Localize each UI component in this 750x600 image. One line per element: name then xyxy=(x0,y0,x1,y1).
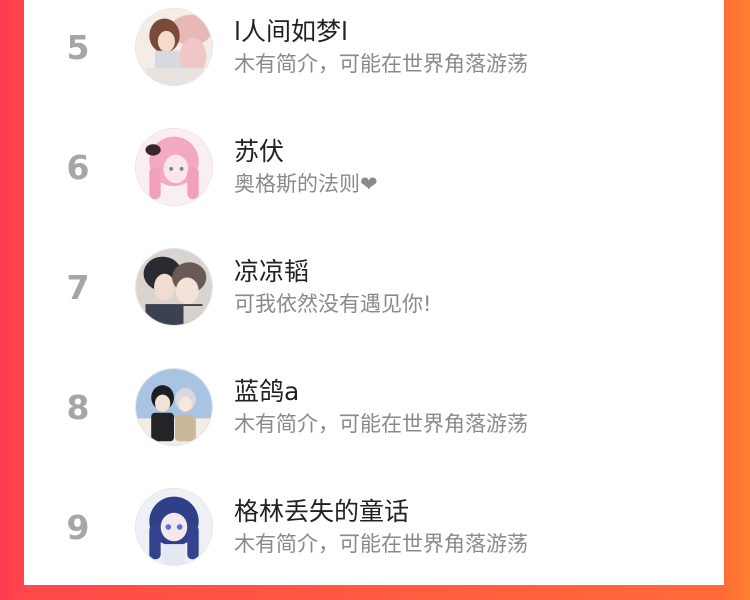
list-item[interactable]: 8 蓝鸽a 木有简介，可能在世界角落游荡 xyxy=(24,360,724,480)
avatar[interactable] xyxy=(135,128,213,206)
avatar-image xyxy=(136,9,212,85)
rank-number: 9 xyxy=(66,508,90,547)
avatar[interactable] xyxy=(135,8,213,86)
rank-number: 5 xyxy=(66,28,90,67)
avatar-image xyxy=(136,489,212,565)
user-name: 苏伏 xyxy=(234,137,285,166)
user-name: l人间如梦l xyxy=(234,17,348,46)
user-name: 蓝鸽a xyxy=(234,377,300,406)
avatar-image xyxy=(136,369,212,445)
rank-number: 8 xyxy=(66,388,90,427)
avatar-image xyxy=(136,129,212,205)
user-bio: 奥格斯的法则❤ xyxy=(234,172,378,196)
user-bio: 木有简介，可能在世界角落游荡 xyxy=(234,532,528,556)
user-bio: 木有简介，可能在世界角落游荡 xyxy=(234,412,528,436)
user-name: 格林丢失的童话 xyxy=(234,497,410,526)
avatar[interactable] xyxy=(135,368,213,446)
user-bio: 木有简介，可能在世界角落游荡 xyxy=(234,52,528,76)
avatar[interactable] xyxy=(135,248,213,326)
list-item[interactable]: 9 格林丢失的童话 木有简介，可能在世界角落游荡 xyxy=(24,480,724,600)
user-bio: 可我依然没有遇见你! xyxy=(234,292,432,316)
rank-number: 7 xyxy=(66,268,90,307)
list-item[interactable]: 7 凉凉韬 可我依然没有遇见你! xyxy=(24,240,724,360)
rank-number: 6 xyxy=(66,148,90,187)
list-item[interactable]: 5 l人间如梦l 木有简介，可能在世界角落游荡 xyxy=(24,0,724,120)
avatar[interactable] xyxy=(135,488,213,566)
user-name: 凉凉韬 xyxy=(234,257,310,286)
ranking-list: 5 l人间如梦l 木有简介，可能在世界角落游荡 6 苏伏 奥格斯的法则❤ 7 凉… xyxy=(24,0,724,585)
avatar-image xyxy=(136,249,212,325)
list-item[interactable]: 6 苏伏 奥格斯的法则❤ xyxy=(24,120,724,240)
